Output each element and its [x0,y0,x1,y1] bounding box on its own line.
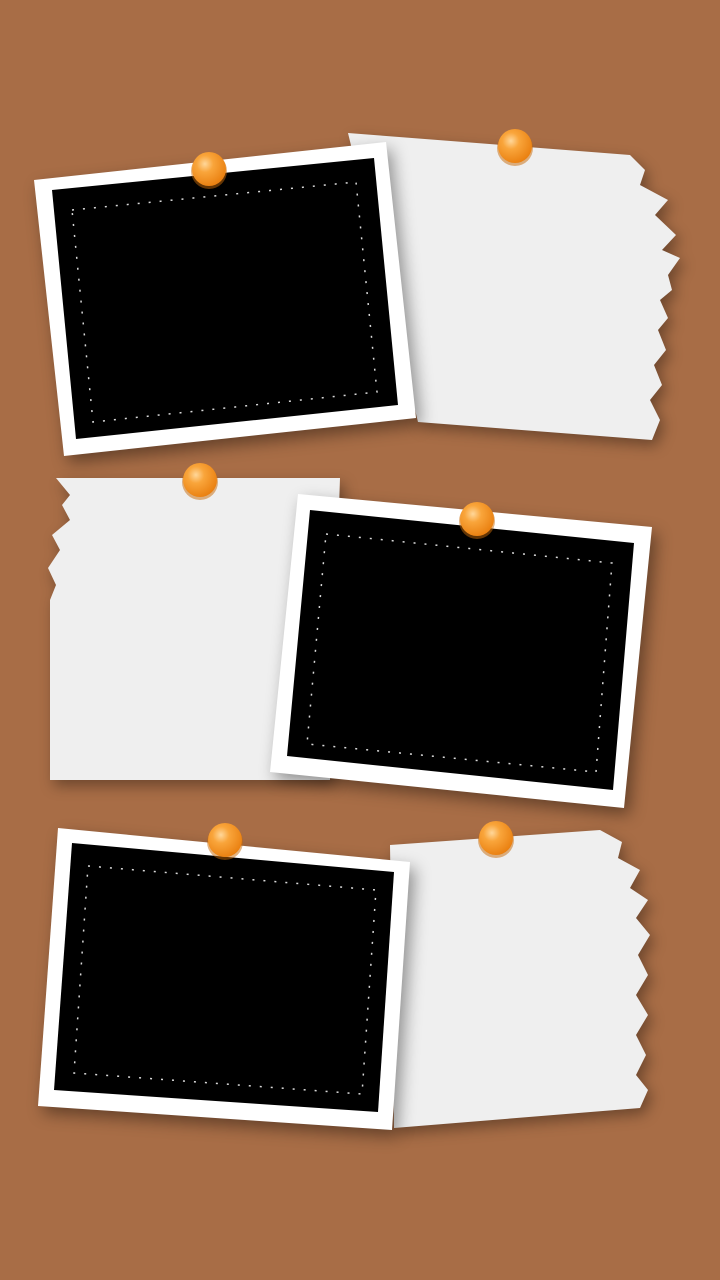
row-1 [34,129,680,456]
photo-frame-3 [38,828,410,1130]
photo-frame-1 [34,142,416,456]
row-3 [38,821,650,1130]
photo-window-1 [52,158,398,439]
pushpin-icon [191,152,227,189]
torn-paper-note-3 [390,830,650,1128]
collage-canvas [34,129,680,1130]
pushpin-icon [182,463,218,500]
pushpin-icon [207,823,243,860]
photo-window-2 [287,510,634,790]
pushpin-icon [497,129,533,166]
photo-window-3 [54,843,394,1112]
corkboard-background [0,0,720,1280]
pushpin-icon [478,821,514,858]
pushpin-icon [459,502,495,539]
row-2 [48,463,652,808]
photo-frame-2 [270,494,652,808]
